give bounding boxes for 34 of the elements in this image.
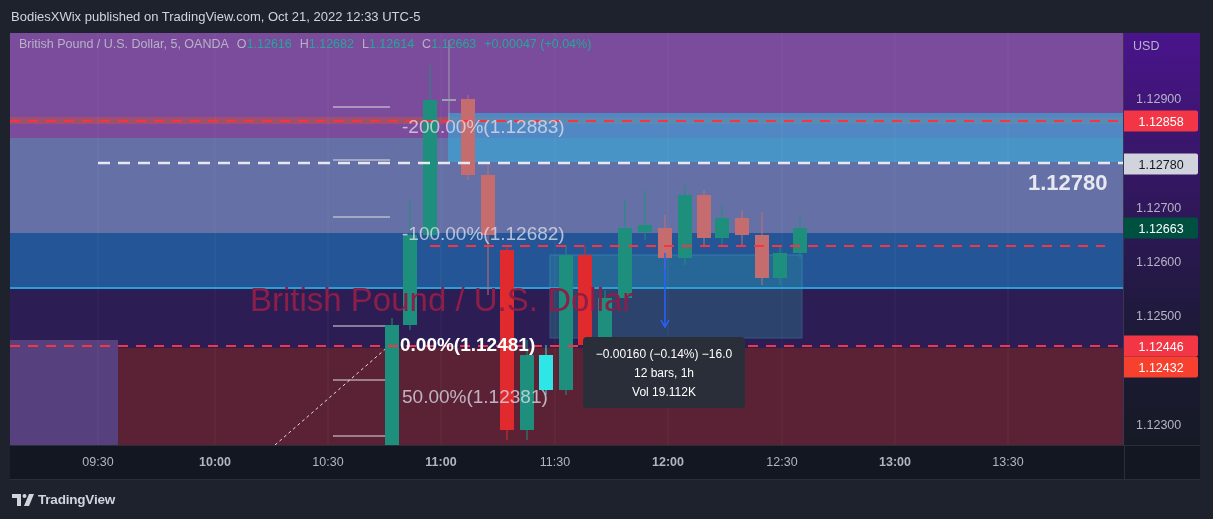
tooltip-text: −0.00160 (−0.14%) −16.0 — [595, 346, 733, 361]
time-tick: 10:30 — [312, 455, 344, 469]
time-tick: 13:00 — [879, 455, 911, 469]
price-tick: 1.12600 — [1136, 255, 1182, 269]
price-tick: 1.12700 — [1136, 200, 1182, 215]
ohlc-value: L1.12614 — [361, 37, 415, 51]
price-axis[interactable]: USD 1.12900 1.12700 1.12600 1.12500 1.12300 1.12858 1.12780 1.12663 1.12446 1.12432 — [1123, 33, 1200, 445]
time-tick: 13:30 — [992, 455, 1024, 469]
fib-level-label: -100.00%(1.12682) — [402, 223, 565, 245]
tooltip-text: Vol 19.112K — [632, 384, 696, 399]
price-badge: 1.12858 — [1124, 110, 1199, 132]
brand-name: TradingView — [38, 492, 116, 507]
currency-label: USD — [1133, 39, 1160, 53]
line-price-label: 1.12780 — [1028, 170, 1108, 196]
price-badge: 1.12446 — [1124, 335, 1199, 357]
price-tick: 1.12900 — [1136, 92, 1182, 106]
time-tick: 11:30 — [539, 455, 571, 469]
price-tick: 1.12500 — [1136, 309, 1182, 324]
ohlc-value: O1.12616 — [236, 37, 292, 51]
time-tick: 12:00 — [652, 455, 684, 469]
time-tick: 11:00 — [425, 455, 457, 469]
tooltip-text: 12 bars, 1h — [633, 365, 694, 380]
price-badge: 1.12780 — [1124, 153, 1199, 175]
price-badge: 1.12432 — [1124, 356, 1199, 378]
price-badge: 1.12663 — [1124, 217, 1199, 239]
time-tick: 12:30 — [766, 455, 798, 469]
symbol-title: British Pound / U.S. Dollar, 5, OANDA — [19, 37, 229, 51]
ohlc-value: H1.12682 — [299, 37, 354, 51]
price-change: +0.00047 (+0.04%) — [484, 37, 592, 51]
time-tick: 10:00 — [199, 455, 231, 469]
publish-attribution: BodiesXWix published on TradingView.com, Oct 21, 2022 12:33 UTC-5 — [11, 9, 421, 24]
price-tick: 1.12300 — [1136, 418, 1182, 432]
time-tick: 09:30 — [82, 455, 114, 469]
ohlc-value: C1.12663 — [422, 37, 477, 51]
